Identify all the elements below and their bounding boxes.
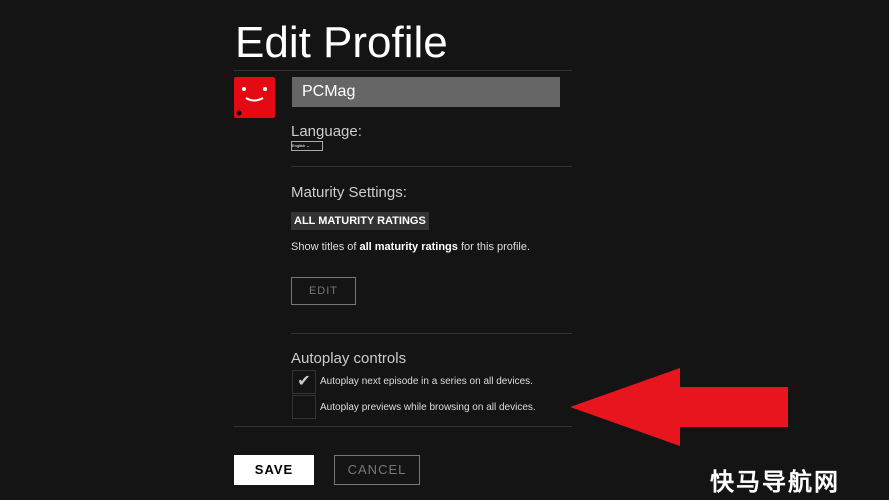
language-select[interactable]: English ⌄ [291,141,323,151]
maturity-description: Show titles of all maturity ratings for … [291,241,531,253]
save-button[interactable]: SAVE [234,455,314,485]
maturity-label: Maturity Settings: [291,184,407,201]
autoplay-next-label: Autoplay next episode in a series on all… [320,376,533,387]
divider [291,166,572,167]
autoplay-next-checkbox[interactable]: ✔ [292,370,316,394]
language-label: Language: [291,123,362,140]
pencil-icon [236,110,242,116]
maturity-badge: ALL MATURITY RATINGS [291,212,429,230]
profile-name-input[interactable] [292,77,560,107]
autoplay-label: Autoplay controls [291,350,407,367]
autoplay-previews-label: Autoplay previews while browsing on all … [320,402,536,413]
page-title: Edit Profile [235,18,448,67]
divider [234,70,572,71]
divider [234,426,572,427]
avatar[interactable] [234,77,275,118]
check-icon: ✔ [297,373,311,390]
red-arrow-annotation [570,368,788,446]
divider [291,333,572,334]
smiley-face-icon [236,87,267,116]
autoplay-previews-checkbox[interactable] [292,395,316,419]
watermark: 快马导航网 [710,469,840,496]
edit-maturity-button[interactable]: EDIT [291,277,356,305]
language-value: English [292,143,306,148]
cancel-button[interactable]: CANCEL [334,455,420,485]
